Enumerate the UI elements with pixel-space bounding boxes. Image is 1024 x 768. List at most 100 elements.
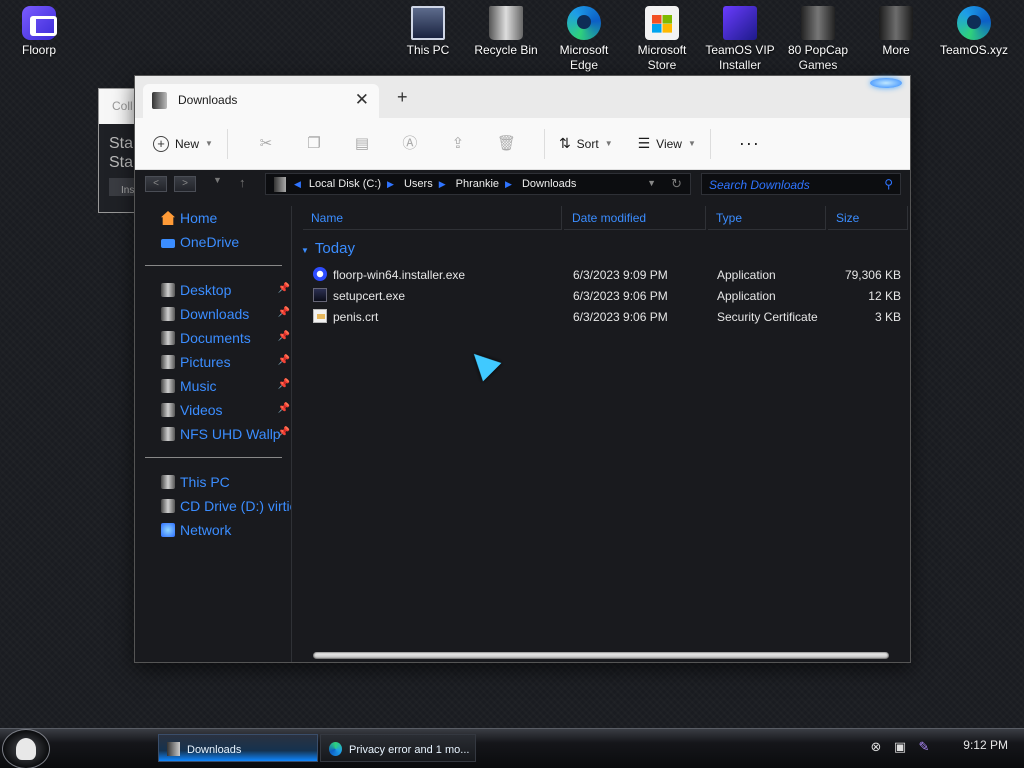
downloads-folder-icon bbox=[161, 307, 175, 321]
cut-icon[interactable]: ✂ bbox=[257, 135, 275, 153]
window-orb-icon[interactable] bbox=[870, 78, 902, 88]
breadcrumb-item[interactable]: Phrankie bbox=[456, 178, 499, 190]
sidebar-item-home[interactable]: Home bbox=[161, 208, 291, 228]
certificate-icon bbox=[313, 309, 327, 323]
file-name: penis.crt bbox=[333, 310, 379, 324]
new-button[interactable]: + New ▼ bbox=[153, 135, 213, 152]
navigation-pane: Home OneDrive Desktop 📌 Downloads 📌 Docu… bbox=[135, 206, 292, 662]
more-options-icon[interactable]: ··· bbox=[739, 133, 760, 154]
sort-label: Sort bbox=[576, 136, 599, 151]
column-header-name[interactable]: Name bbox=[303, 206, 562, 230]
sidebar-item-this-pc[interactable]: This PC bbox=[161, 472, 291, 492]
breadcrumb-item[interactable]: Downloads bbox=[522, 178, 576, 190]
cd-drive-icon bbox=[161, 499, 175, 513]
this-pc-icon bbox=[411, 6, 445, 40]
sidebar-item-music[interactable]: Music 📌 bbox=[161, 376, 291, 396]
pin-icon: 📌 bbox=[277, 379, 290, 390]
chevron-right-icon[interactable]: ▶ bbox=[439, 179, 446, 190]
desktop-icon-recycle-bin[interactable]: Recycle Bin bbox=[468, 2, 544, 58]
chevron-right-icon[interactable]: ▶ bbox=[505, 179, 512, 190]
desktop-icon-edge[interactable]: Microsoft Edge bbox=[546, 2, 622, 73]
edge-icon bbox=[329, 742, 342, 756]
videos-folder-icon bbox=[161, 403, 175, 417]
file-row[interactable]: penis.crt 6/3/2023 9:06 PM Security Cert… bbox=[293, 307, 910, 328]
sidebar-item-downloads[interactable]: Downloads 📌 bbox=[161, 304, 291, 324]
file-size: 79,306 KB bbox=[844, 268, 901, 282]
back-button[interactable]: < bbox=[145, 176, 167, 192]
sidebar-item-videos[interactable]: Videos 📌 bbox=[161, 400, 291, 420]
file-type: Security Certificate bbox=[717, 310, 818, 324]
horizontal-scrollbar[interactable] bbox=[313, 652, 889, 659]
share-icon[interactable]: ⇪ bbox=[449, 135, 467, 153]
chevron-right-icon[interactable]: ▶ bbox=[387, 179, 394, 190]
chevron-down-icon: ▼ bbox=[687, 139, 696, 148]
sidebar-item-cd-drive[interactable]: CD Drive (D:) virtio- bbox=[161, 496, 291, 516]
refresh-icon[interactable]: ↻ bbox=[671, 176, 682, 192]
start-button[interactable] bbox=[2, 729, 50, 768]
taskbar-button-downloads[interactable]: Downloads bbox=[158, 734, 318, 762]
search-placeholder: Search Downloads bbox=[709, 178, 810, 192]
sidebar-item-nfs-wallpapers[interactable]: NFS UHD Wallp 📌 bbox=[161, 424, 291, 444]
desktop-icon-label: Recycle Bin bbox=[474, 43, 538, 57]
chevron-left-icon: ◀ bbox=[294, 178, 301, 189]
sidebar-item-network[interactable]: Network bbox=[161, 520, 291, 540]
drive-icon bbox=[274, 176, 286, 192]
file-row[interactable]: setupcert.exe 6/3/2023 9:06 PM Applicati… bbox=[293, 286, 910, 307]
plus-icon: + bbox=[153, 135, 169, 152]
desktop-icon-this-pc[interactable]: This PC bbox=[390, 2, 466, 58]
sidebar-item-pictures[interactable]: Pictures 📌 bbox=[161, 352, 291, 372]
delete-icon[interactable]: 🗑 bbox=[497, 135, 516, 153]
paste-icon[interactable]: ▤ bbox=[353, 135, 371, 153]
forward-button[interactable]: > bbox=[174, 176, 196, 192]
address-bar[interactable]: ◀ Local Disk (C:) ▶ Users ▶ Phrankie ▶ D… bbox=[265, 173, 691, 195]
breadcrumb-item[interactable]: Local Disk (C:) bbox=[309, 178, 381, 190]
tab-title: Downloads bbox=[178, 93, 238, 107]
sidebar-item-label: Home bbox=[180, 210, 218, 226]
desktop-icon-more[interactable]: More bbox=[858, 2, 934, 58]
desktop-icon-floorp[interactable]: Floorp bbox=[1, 2, 77, 58]
toolbar-divider bbox=[226, 128, 228, 159]
pin-icon: 📌 bbox=[277, 307, 290, 318]
taskbar-button-browser[interactable]: Privacy error and 1 mo... bbox=[320, 734, 476, 762]
chevron-down-icon: ▼ bbox=[301, 246, 309, 255]
desktop-icon-teamos-installer[interactable]: TeamOS VIP Installer bbox=[702, 2, 778, 73]
desktop-icon-teamos-xyz[interactable]: TeamOS.xyz bbox=[936, 2, 1012, 58]
sidebar-item-onedrive[interactable]: OneDrive bbox=[161, 232, 291, 252]
up-button[interactable]: ↑ bbox=[239, 175, 246, 190]
column-header-type[interactable]: Type bbox=[708, 206, 826, 230]
desktop-icon-label: This PC bbox=[406, 43, 450, 57]
search-input[interactable]: Search Downloads ⚲ bbox=[701, 173, 901, 195]
file-row[interactable]: floorp-win64.installer.exe 6/3/2023 9:09… bbox=[293, 265, 910, 286]
chevron-down-icon[interactable]: ▼ bbox=[647, 178, 656, 188]
recycle-bin-icon bbox=[489, 6, 523, 40]
sound-muted-icon[interactable]: ⊗ bbox=[868, 739, 884, 755]
column-header-size[interactable]: Size bbox=[828, 206, 908, 230]
tab-downloads[interactable]: Downloads ✕ bbox=[143, 84, 379, 118]
taskbar-button-label: Privacy error and 1 mo... bbox=[349, 744, 470, 756]
pen-feather-icon[interactable]: ✎ bbox=[916, 739, 932, 755]
pin-icon: 📌 bbox=[277, 331, 290, 342]
sort-button[interactable]: ⇅ Sort ▼ bbox=[559, 135, 613, 152]
recent-locations-icon[interactable]: ▼ bbox=[213, 175, 222, 185]
view-button[interactable]: ☰ View ▼ bbox=[638, 135, 696, 152]
sidebar-divider bbox=[145, 265, 282, 266]
breadcrumb-item[interactable]: Users bbox=[404, 178, 433, 190]
close-tab-icon[interactable]: ✕ bbox=[355, 90, 369, 110]
desktop-icon-label: More bbox=[882, 43, 910, 57]
copy-icon[interactable]: ❐ bbox=[305, 135, 323, 153]
sidebar-item-desktop[interactable]: Desktop 📌 bbox=[161, 280, 291, 300]
sidebar-item-label: This PC bbox=[180, 474, 230, 490]
column-header-date[interactable]: Date modified bbox=[564, 206, 706, 230]
rename-icon[interactable]: Ⓐ bbox=[401, 135, 419, 153]
new-tab-button[interactable]: + bbox=[397, 87, 408, 108]
pin-icon: 📌 bbox=[277, 427, 290, 438]
title-bar[interactable]: Downloads ✕ + bbox=[135, 76, 910, 118]
desktop-icon-store[interactable]: Microsoft Store bbox=[624, 2, 700, 73]
group-header-today[interactable]: ▼ Today bbox=[301, 240, 355, 257]
network-status-icon[interactable]: ▣ bbox=[892, 739, 908, 755]
desktop-icon-popcap[interactable]: 80 PopCap Games bbox=[780, 2, 856, 73]
sidebar-item-label: OneDrive bbox=[180, 234, 240, 250]
sidebar-item-label: Pictures bbox=[180, 354, 231, 370]
clock[interactable]: 9:12 PM bbox=[963, 738, 1008, 752]
sidebar-item-documents[interactable]: Documents 📌 bbox=[161, 328, 291, 348]
